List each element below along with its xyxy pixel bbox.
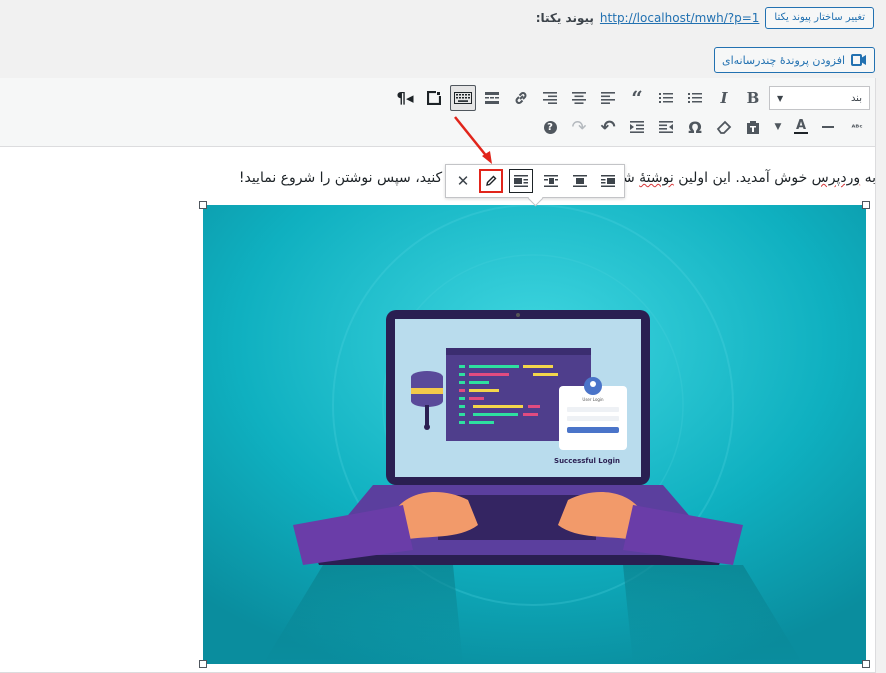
login-card-title: User Login	[582, 397, 604, 402]
clear-formatting-icon[interactable]	[711, 114, 737, 140]
increase-indent-icon[interactable]	[624, 114, 650, 140]
align-right-icon[interactable]	[537, 85, 563, 111]
bold-icon[interactable]: B	[740, 85, 766, 111]
permalink-url[interactable]: http://localhost/mwh/?p=1	[600, 11, 760, 25]
chevron-down-icon: ▼	[777, 93, 784, 103]
format-select-value: بند	[850, 92, 862, 104]
misspelled-word[interactable]: وردپرس	[812, 170, 860, 186]
resize-handle-bottom-right[interactable]	[862, 660, 870, 668]
paragraph-direction-icon[interactable]: ¶◂	[392, 85, 418, 111]
image-inline-toolbar: ✕	[445, 164, 625, 198]
text-color-icon[interactable]: A	[788, 114, 814, 140]
italic-icon[interactable]: I	[711, 85, 737, 111]
close-icon[interactable]: ✕	[451, 169, 475, 193]
successful-login-caption: Successful Login	[554, 457, 620, 465]
resize-handle-bottom-left[interactable]	[199, 660, 207, 668]
help-icon[interactable]: ?	[537, 114, 563, 140]
laptop-illustration: User Login Successful Login	[203, 204, 866, 664]
undo-icon[interactable]: ↶	[595, 114, 621, 140]
format-select[interactable]: بند ▼	[769, 86, 870, 110]
special-character-icon[interactable]: Ω	[682, 114, 708, 140]
misspelled-word[interactable]: نوشتهٔ	[639, 170, 674, 186]
align-left-icon[interactable]	[595, 85, 621, 111]
media-icon	[851, 54, 867, 66]
align-right-icon[interactable]	[596, 169, 620, 193]
change-permalink-button[interactable]: تغییر ساختار پیوند یکتا	[765, 7, 874, 29]
paste-as-text-icon[interactable]	[740, 114, 766, 140]
edit-pencil-icon[interactable]	[479, 169, 503, 193]
strikethrough-icon[interactable]: ᴬᴮᶜ	[844, 114, 870, 140]
read-more-icon[interactable]	[479, 85, 505, 111]
selected-image[interactable]: User Login Successful Login	[199, 201, 870, 668]
content-text-segment: به	[860, 170, 876, 186]
decrease-indent-icon[interactable]	[653, 114, 679, 140]
add-media-button[interactable]: افزودن پروندهٔ چندرسانه‌ای	[714, 47, 875, 73]
annotation-arrow	[454, 116, 492, 164]
permalink-row: پیوند یکتا: http://localhost/mwh/?p=1 تغ…	[536, 6, 874, 30]
align-left-icon[interactable]	[509, 169, 533, 193]
distraction-free-icon[interactable]	[421, 85, 447, 111]
horizontal-line-icon[interactable]	[815, 114, 841, 140]
chevron-down-icon[interactable]: ▼	[770, 114, 786, 140]
redo-icon: ↷	[571, 116, 587, 138]
content-text-segment: خوش آمدید. این اولین	[673, 170, 812, 186]
align-none-icon[interactable]	[568, 169, 592, 193]
bulleted-list-icon[interactable]	[682, 85, 708, 111]
resize-handle-top-left[interactable]	[199, 201, 207, 209]
align-center-icon[interactable]	[566, 85, 592, 111]
add-media-label: افزودن پروندهٔ چندرسانه‌ای	[721, 53, 846, 67]
blockquote-icon[interactable]: “	[624, 85, 650, 111]
align-center-icon[interactable]	[539, 169, 563, 193]
link-icon[interactable]	[508, 85, 534, 111]
numbered-list-icon[interactable]	[653, 85, 679, 111]
toolbar-toggle-icon[interactable]	[450, 85, 476, 111]
resize-handle-top-right[interactable]	[862, 201, 870, 209]
permalink-label: پیوند یکتا:	[535, 11, 594, 25]
